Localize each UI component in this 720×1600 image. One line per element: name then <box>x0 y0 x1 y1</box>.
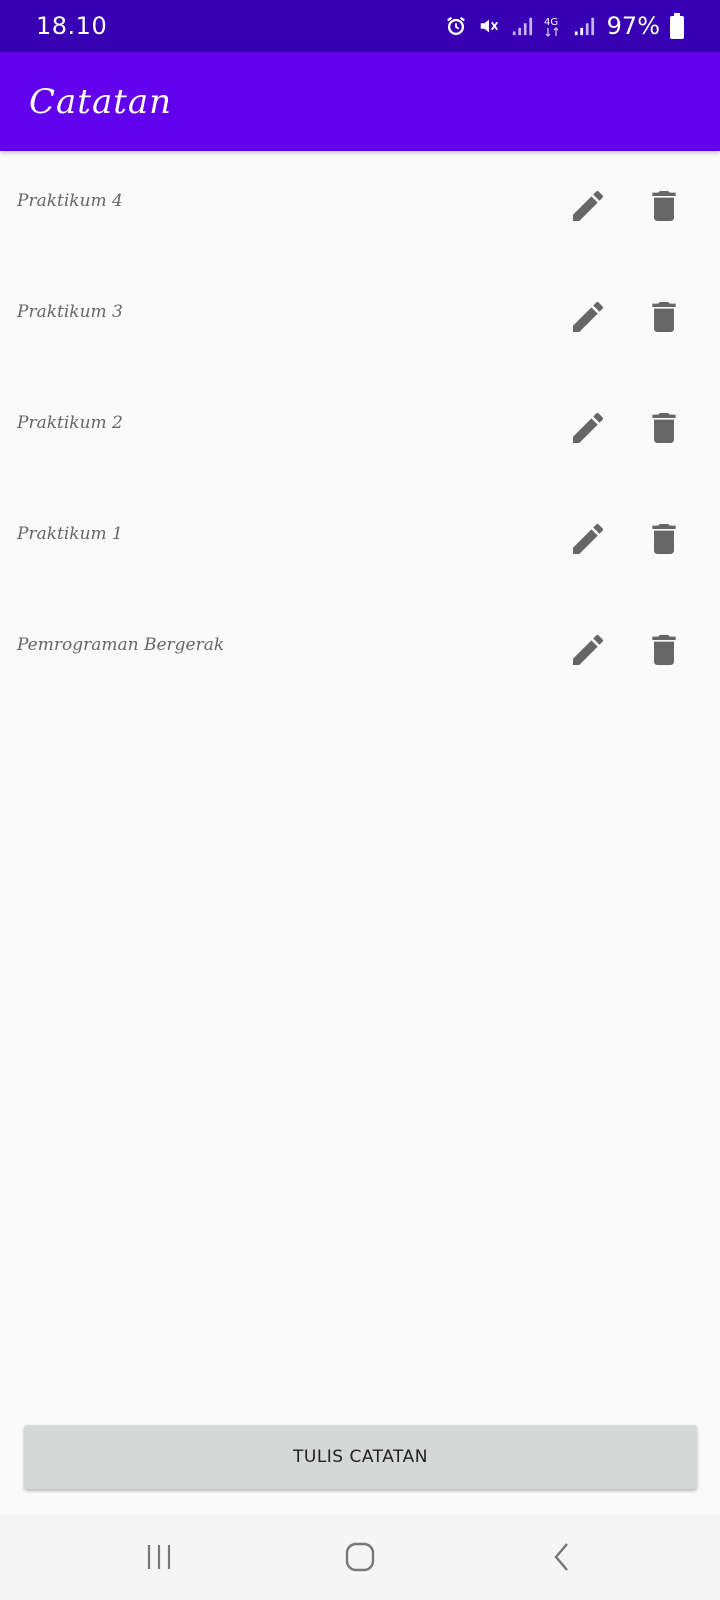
home-button[interactable] <box>320 1529 400 1585</box>
edit-button[interactable] <box>566 517 610 561</box>
note-list: Praktikum 4 Praktikum 3 Praktikum 2 Prak… <box>0 151 720 706</box>
page-title: Catatan <box>29 81 173 122</box>
navigation-bar <box>0 1515 720 1600</box>
trash-icon <box>652 524 676 554</box>
battery-icon <box>670 13 684 39</box>
list-item[interactable]: Praktikum 4 <box>0 151 720 262</box>
app-bar: Catatan <box>0 52 720 151</box>
note-title: Praktikum 3 <box>17 302 123 322</box>
pencil-icon <box>573 523 604 554</box>
pencil-icon <box>573 301 604 332</box>
battery-level: 97% <box>606 12 660 40</box>
back-button[interactable] <box>522 1529 602 1585</box>
status-time: 18.10 <box>36 12 108 40</box>
alarm-icon <box>445 15 467 37</box>
edit-button[interactable] <box>566 628 610 672</box>
edit-button[interactable] <box>566 406 610 450</box>
note-title: Praktikum 2 <box>17 413 123 433</box>
home-icon <box>345 1542 375 1572</box>
signal-icon <box>573 15 595 37</box>
edit-button[interactable] <box>566 184 610 228</box>
pencil-icon <box>573 634 604 665</box>
delete-button[interactable] <box>642 628 686 672</box>
trash-icon <box>652 413 676 443</box>
4g-icon: 4G <box>543 14 563 38</box>
mute-icon <box>477 15 501 37</box>
trash-icon <box>652 302 676 332</box>
delete-button[interactable] <box>642 406 686 450</box>
list-item[interactable]: Praktikum 3 <box>0 262 720 373</box>
list-item[interactable]: Praktikum 2 <box>0 373 720 484</box>
list-item[interactable]: Praktikum 1 <box>0 484 720 595</box>
trash-icon <box>652 635 676 665</box>
note-title: Pemrograman Bergerak <box>17 635 225 655</box>
svg-text:4G: 4G <box>544 17 558 28</box>
note-title: Praktikum 1 <box>17 524 123 544</box>
back-icon <box>554 1543 568 1571</box>
pencil-icon <box>573 190 604 221</box>
pencil-icon <box>573 412 604 443</box>
edit-button[interactable] <box>566 295 610 339</box>
status-bar: 18.10 4G 97% <box>0 0 720 52</box>
recent-apps-icon <box>147 1545 171 1569</box>
write-note-button[interactable]: TULIS CATATAN <box>24 1425 697 1489</box>
note-title: Praktikum 4 <box>17 191 123 211</box>
delete-button[interactable] <box>642 295 686 339</box>
trash-icon <box>652 191 676 221</box>
recent-apps-button[interactable] <box>119 1529 199 1585</box>
status-icons: 4G 97% <box>445 12 684 40</box>
delete-button[interactable] <box>642 184 686 228</box>
delete-button[interactable] <box>642 517 686 561</box>
signal-icon <box>511 15 533 37</box>
list-item[interactable]: Pemrograman Bergerak <box>0 595 720 706</box>
